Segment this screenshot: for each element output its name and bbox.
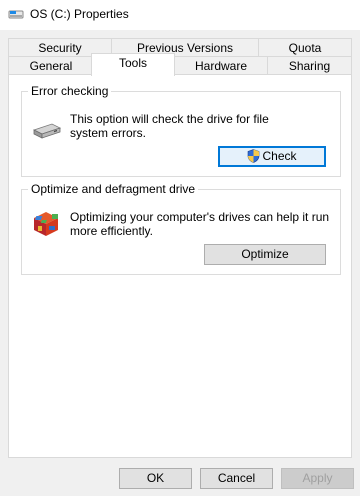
- apply-button[interactable]: Apply: [281, 468, 354, 489]
- check-button-label: Check: [262, 149, 297, 163]
- optimize-description: Optimizing your computer's drives can he…: [70, 210, 330, 238]
- uac-shield-icon: [248, 149, 260, 163]
- tab-quota[interactable]: Quota: [258, 38, 352, 58]
- check-button[interactable]: Check: [218, 146, 326, 167]
- tab-strip: Security Previous Versions Quota General…: [0, 30, 360, 76]
- tools-panel: Error checking This option will check th…: [8, 74, 352, 458]
- tab-hardware[interactable]: Hardware: [174, 56, 268, 76]
- hard-drive-icon: [32, 123, 62, 139]
- cancel-button[interactable]: Cancel: [200, 468, 273, 489]
- tab-general[interactable]: General: [8, 56, 94, 76]
- tab-tools[interactable]: Tools: [91, 53, 175, 76]
- drive-icon: [8, 10, 24, 19]
- optimize-title: Optimize and defragment drive: [28, 182, 199, 196]
- title-bar: OS (C:) Properties: [0, 0, 360, 30]
- ok-button[interactable]: OK: [119, 468, 192, 489]
- error-checking-description: This option will check the drive for fil…: [70, 112, 269, 140]
- optimize-group: Optimize and defragment drive Optimizing…: [21, 182, 341, 275]
- dialog-body: Error checking This option will check th…: [0, 74, 360, 496]
- defrag-icon: [34, 212, 58, 236]
- tab-sharing[interactable]: Sharing: [267, 56, 352, 76]
- window-title: OS (C:) Properties: [30, 7, 129, 21]
- error-checking-group: Error checking This option will check th…: [21, 84, 341, 177]
- error-checking-title: Error checking: [28, 84, 112, 98]
- optimize-button[interactable]: Optimize: [204, 244, 326, 265]
